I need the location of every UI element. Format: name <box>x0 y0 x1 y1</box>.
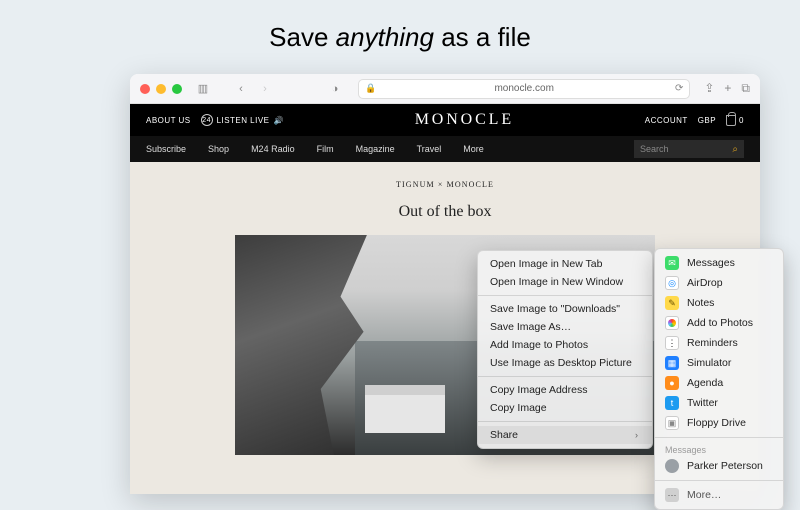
nav-radio[interactable]: M24 Radio <box>251 144 295 154</box>
headline-suffix: as a file <box>434 22 531 52</box>
share-contact[interactable]: Parker Peterson <box>655 456 783 476</box>
nav-subscribe[interactable]: Subscribe <box>146 144 186 154</box>
nav-travel[interactable]: Travel <box>417 144 442 154</box>
about-link[interactable]: ABOUT US <box>146 116 191 125</box>
listen-live-link[interactable]: 24 LISTEN LIVE 🔊 <box>201 114 284 126</box>
tabs-icon[interactable]: ⧉ <box>741 81 750 96</box>
headline-em: anything <box>336 22 434 52</box>
nav-magazine[interactable]: Magazine <box>356 144 395 154</box>
site-nav: Subscribe Shop M24 Radio Film Magazine T… <box>130 136 760 162</box>
headline-prefix: Save <box>269 22 336 52</box>
nav-film[interactable]: Film <box>317 144 334 154</box>
nav-shop[interactable]: Shop <box>208 144 229 154</box>
menu-copy-address[interactable]: Copy Image Address <box>478 381 652 399</box>
new-tab-icon[interactable]: + <box>724 81 731 96</box>
share-section-label: Messages <box>655 442 783 456</box>
back-button[interactable]: ‹ <box>232 80 250 98</box>
photos-icon <box>665 316 679 330</box>
share-simulator[interactable]: ▦Simulator <box>655 353 783 373</box>
notes-icon: ✎ <box>665 296 679 310</box>
messages-icon: ✉ <box>665 256 679 270</box>
search-input[interactable]: Search ⌕ <box>634 140 744 158</box>
share-add-photos[interactable]: Add to Photos <box>655 313 783 333</box>
article-title: Out of the box <box>130 203 760 221</box>
url-text: monocle.com <box>494 83 553 94</box>
article-eyebrow: TIGNUM × MONOCLE <box>130 180 760 189</box>
share-notes[interactable]: ✎Notes <box>655 293 783 313</box>
twitter-icon: t <box>665 396 679 410</box>
share-messages[interactable]: ✉Messages <box>655 253 783 273</box>
chevron-right-icon: › <box>635 430 638 440</box>
share-more[interactable]: ⋯More… <box>655 485 783 505</box>
account-link[interactable]: ACCOUNT <box>645 116 688 125</box>
floppy-icon: ▣ <box>665 416 679 430</box>
forward-button[interactable]: › <box>256 80 274 98</box>
simulator-icon: ▦ <box>665 356 679 370</box>
site-header: ABOUT US 24 LISTEN LIVE 🔊 MONOCLE ACCOUN… <box>130 104 760 162</box>
sidebar-toggle-icon[interactable]: ▥ <box>194 80 212 98</box>
close-icon[interactable] <box>140 84 150 94</box>
privacy-shield-icon[interactable]: ◑ <box>326 80 344 98</box>
image-context-menu: Open Image in New Tab Open Image in New … <box>477 250 653 449</box>
reminders-icon: ⋮ <box>665 336 679 350</box>
menu-open-new-window[interactable]: Open Image in New Window <box>478 273 652 291</box>
share-twitter[interactable]: tTwitter <box>655 393 783 413</box>
listen-label: LISTEN LIVE <box>217 116 270 125</box>
speaker-icon: 🔊 <box>273 116 283 125</box>
search-icon: ⌕ <box>732 144 738 155</box>
search-placeholder: Search <box>640 144 669 154</box>
window-controls[interactable] <box>140 84 182 94</box>
menu-open-new-tab[interactable]: Open Image in New Tab <box>478 255 652 273</box>
menu-copy-image[interactable]: Copy Image <box>478 399 652 417</box>
share-submenu: ✉Messages ◎AirDrop ✎Notes Add to Photos … <box>654 248 784 510</box>
menu-share[interactable]: Share› <box>478 426 652 444</box>
zoom-icon[interactable] <box>172 84 182 94</box>
share-reminders[interactable]: ⋮Reminders <box>655 333 783 353</box>
nav-more[interactable]: More <box>463 144 484 154</box>
address-bar[interactable]: 🔒 monocle.com ⟳ <box>358 79 690 99</box>
agenda-icon: ● <box>665 376 679 390</box>
bag-count: 0 <box>739 116 744 125</box>
minimize-icon[interactable] <box>156 84 166 94</box>
reload-icon[interactable]: ⟳ <box>675 83 683 94</box>
menu-save-as[interactable]: Save Image As… <box>478 318 652 336</box>
listen-badge: 24 <box>201 114 213 126</box>
share-floppy-drive[interactable]: ▣Floppy Drive <box>655 413 783 433</box>
menu-desktop-picture[interactable]: Use Image as Desktop Picture <box>478 354 652 372</box>
menu-add-to-photos[interactable]: Add Image to Photos <box>478 336 652 354</box>
avatar-icon <box>665 459 679 473</box>
safari-toolbar: ▥ ‹ › ◑ 🔒 monocle.com ⟳ ⇪ + ⧉ <box>130 74 760 104</box>
airdrop-icon: ◎ <box>665 276 679 290</box>
bag-icon <box>726 115 736 126</box>
lock-icon: 🔒 <box>365 83 376 94</box>
shopping-bag[interactable]: 0 <box>726 115 744 126</box>
marketing-headline: Save anything as a file <box>0 0 800 71</box>
currency-selector[interactable]: GBP <box>698 116 716 125</box>
menu-save-downloads[interactable]: Save Image to "Downloads" <box>478 300 652 318</box>
share-airdrop[interactable]: ◎AirDrop <box>655 273 783 293</box>
share-agenda[interactable]: ●Agenda <box>655 373 783 393</box>
site-logo[interactable]: MONOCLE <box>415 111 514 129</box>
share-icon[interactable]: ⇪ <box>704 81 714 96</box>
